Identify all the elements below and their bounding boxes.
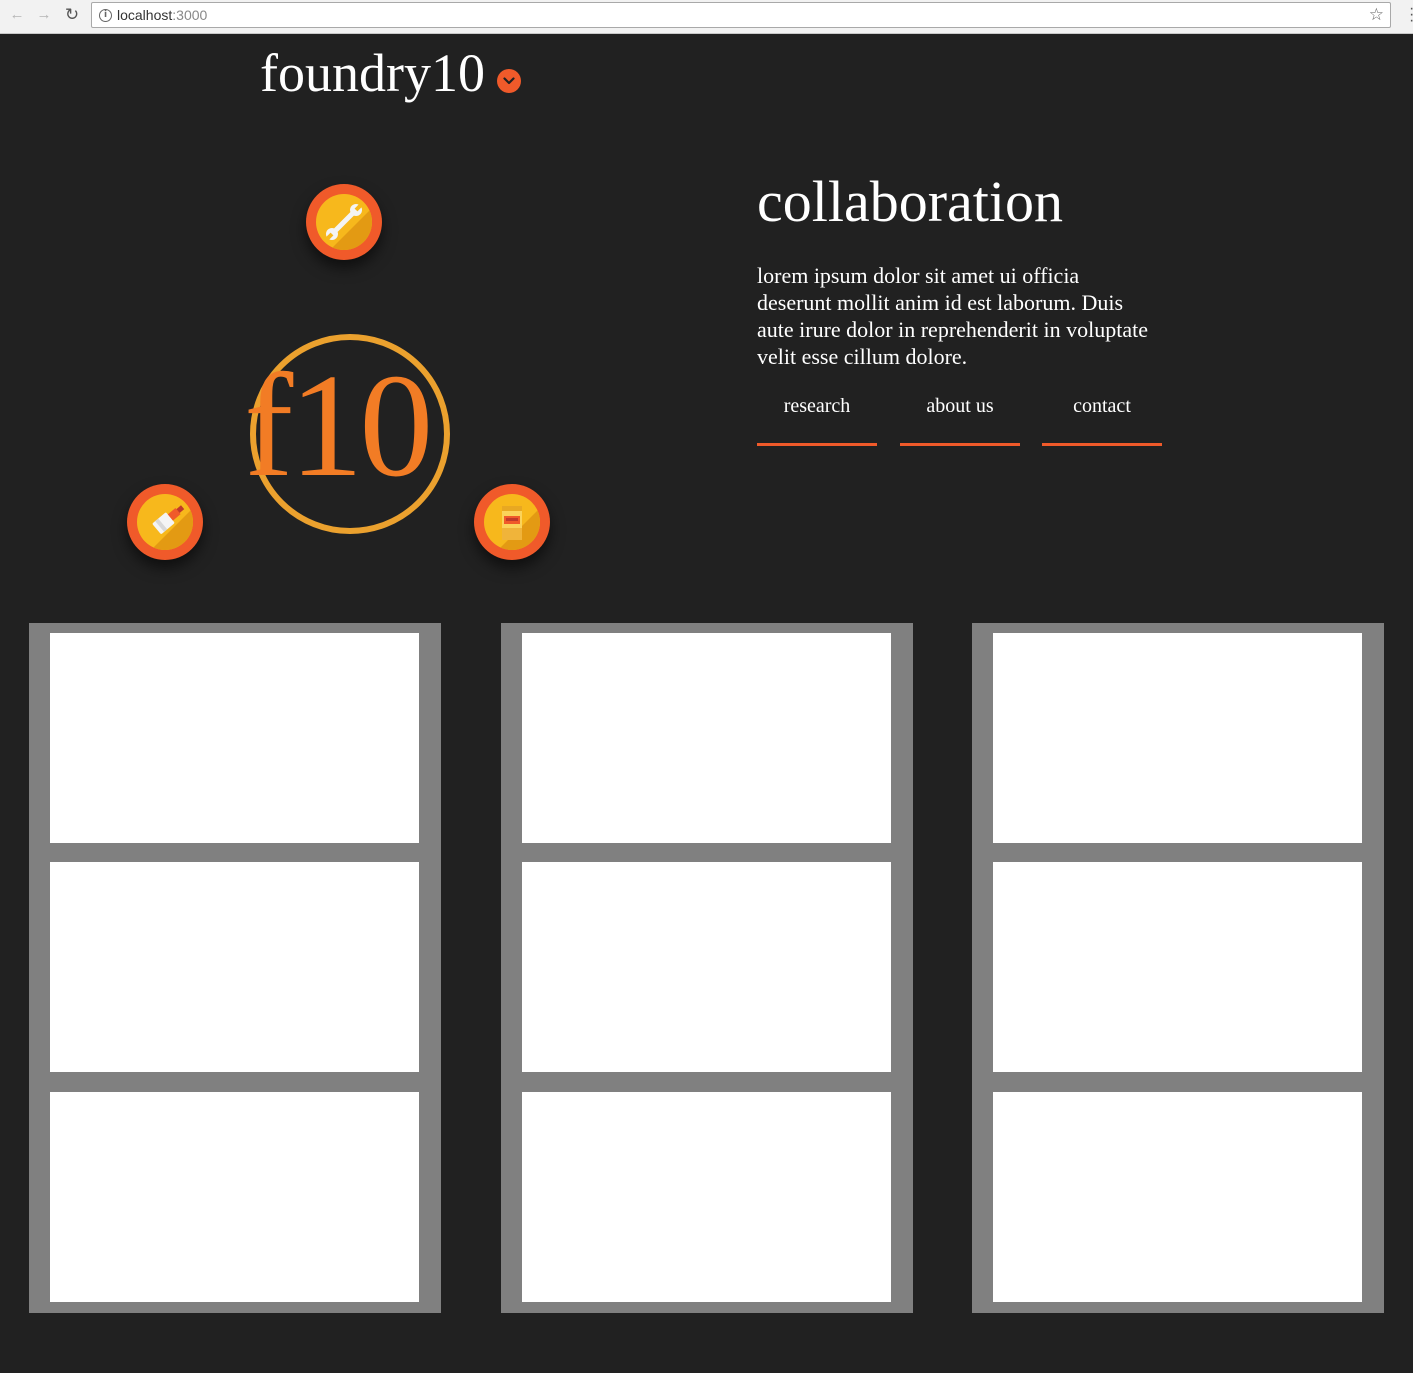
reload-icon[interactable]: ↻ (62, 5, 82, 25)
card[interactable] (50, 862, 419, 1072)
wrench-icon[interactable] (306, 184, 382, 260)
hero-description: lorem ipsum dolor sit amet ui officia de… (757, 263, 1148, 369)
menu-kebab-icon[interactable]: ··· (1409, 1, 1413, 29)
card[interactable] (522, 862, 891, 1072)
browser-toolbar: ← → ↻ i localhost:3000 ☆ ··· (0, 0, 1413, 34)
back-arrow-icon[interactable]: ← (7, 5, 27, 25)
brand-title[interactable]: foundry10 (260, 42, 485, 104)
paint-brush-icon[interactable] (127, 484, 203, 560)
card[interactable] (522, 1092, 891, 1302)
card[interactable] (50, 633, 419, 843)
address-bar[interactable]: i localhost:3000 ☆ (91, 2, 1391, 28)
page-title: collaboration (757, 169, 1064, 234)
bookmark-star-icon[interactable]: ☆ (1369, 5, 1384, 25)
card[interactable] (522, 633, 891, 843)
nav-research-button[interactable]: research (757, 390, 877, 446)
logo-f10: f10 (244, 344, 433, 508)
url-text: localhost:3000 (117, 7, 207, 23)
chevron-down-icon[interactable] (497, 69, 521, 93)
card-column-2 (501, 623, 913, 1313)
url-port: :3000 (172, 7, 208, 23)
card-column-3 (972, 623, 1384, 1313)
nav-contact-button[interactable]: contact (1042, 390, 1162, 446)
card-column-1 (29, 623, 441, 1313)
jar-icon[interactable] (474, 484, 550, 560)
card[interactable] (993, 633, 1362, 843)
card[interactable] (993, 862, 1362, 1072)
card[interactable] (50, 1092, 419, 1302)
nav-about-us-button[interactable]: about us (900, 390, 1020, 446)
info-icon[interactable]: i (99, 9, 112, 22)
card[interactable] (993, 1092, 1362, 1302)
forward-arrow-icon[interactable]: → (34, 5, 54, 25)
url-host: localhost (117, 7, 173, 23)
